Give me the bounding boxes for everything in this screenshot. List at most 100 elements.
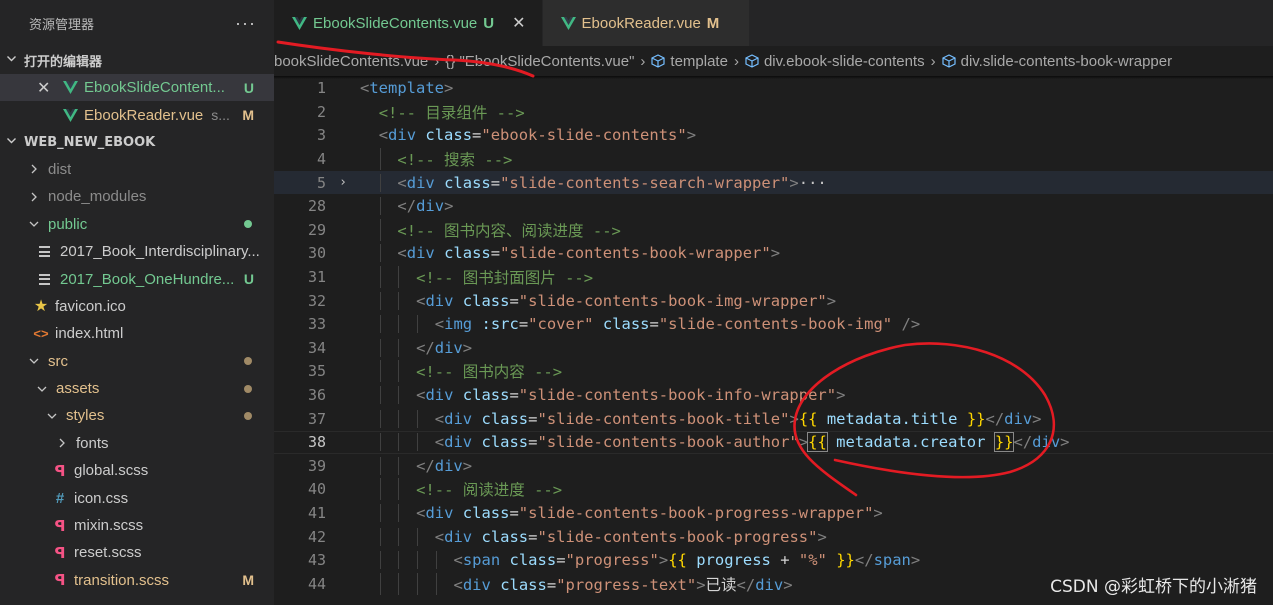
tree-folder[interactable]: src: [0, 348, 274, 375]
project-section[interactable]: WEB_NEW_EBOOK: [0, 129, 274, 156]
tree-folder[interactable]: styles: [0, 402, 274, 429]
indent-guide: [417, 315, 419, 334]
untracked-badge: U: [483, 14, 495, 32]
indent-guide: [379, 148, 381, 171]
code-token: >: [798, 433, 809, 452]
css-hash-icon: #: [55, 489, 65, 507]
breadcrumb-item[interactable]: template: [651, 53, 728, 70]
editor-tab-bar: EbookSlideContents.vue U ✕ EbookReader.v…: [274, 0, 1273, 46]
code-token: >: [686, 126, 697, 145]
modified-dot: [244, 384, 252, 393]
code-text: <img :src="cover" class="slide-contents-…: [360, 315, 920, 334]
code-token: "cover": [528, 315, 594, 334]
tree-folder[interactable]: public: [0, 211, 274, 238]
code-token: metadata.title: [826, 409, 958, 428]
line-number: 5: [316, 173, 326, 192]
tree-file[interactable]: ꟼ reset.scss: [0, 539, 274, 566]
code-token: >: [462, 338, 473, 357]
text-file-icon: [36, 246, 52, 258]
tree-folder[interactable]: fonts: [0, 430, 274, 457]
line-number: 31: [307, 268, 326, 287]
tab-ebook-slide-contents[interactable]: EbookSlideContents.vue U ✕: [274, 0, 543, 46]
code-line[interactable]: 40 <!-- 阅读进度 -->: [274, 478, 1273, 502]
tree-file[interactable]: # icon.css: [0, 484, 274, 511]
code-line[interactable]: 36 <div class="slide-contents-book-info-w…: [274, 383, 1273, 407]
more-actions-icon[interactable]: ···: [235, 13, 256, 34]
code-token: "slide-contents-book-title": [537, 409, 790, 428]
code-line[interactable]: 37 <div class="slide-contents-book-title"…: [274, 407, 1273, 431]
code-line[interactable]: 41 <div class="slide-contents-book-progre…: [274, 501, 1273, 525]
tree-file[interactable]: ꟼ global.scss: [0, 457, 274, 484]
fold-chevron-icon[interactable]: ›: [326, 175, 360, 190]
open-editors-section[interactable]: 打开的编辑器: [0, 46, 274, 74]
breadcrumb-item[interactable]: div.ebook-slide-contents: [745, 53, 925, 70]
code-token: =: [518, 315, 529, 334]
vue-file-icon: [62, 108, 78, 122]
code-token: >: [789, 409, 799, 428]
code-line[interactable]: 3 <div class="ebook-slide-contents">: [274, 124, 1273, 148]
code-editor[interactable]: 1 <template> 2 <!-- 目录组件 --> 3 <div class="eb…: [274, 76, 1273, 605]
tree-label: styles: [66, 407, 105, 425]
code-token: =: [528, 409, 538, 428]
tree-file[interactable]: <> index.html: [0, 320, 274, 347]
code-token: </: [416, 456, 435, 475]
code-line[interactable]: 29 <!-- 图书内容、阅读进度 -->: [274, 218, 1273, 242]
indent-guide: [379, 244, 381, 263]
tree-file[interactable]: ★ favicon.ico: [0, 293, 274, 320]
tree-file[interactable]: ꟼ transition.scss M: [0, 567, 274, 594]
tree-file[interactable]: 2017_Book_Interdisciplinary...: [0, 238, 274, 265]
code-line[interactable]: 32 <div class="slide-contents-book-img-wr…: [274, 289, 1273, 313]
code-token: <: [434, 315, 445, 334]
line-number: 43: [307, 551, 326, 570]
code-token: class: [444, 244, 491, 263]
cube-icon: [942, 53, 956, 68]
code-line[interactable]: 33 <img :src="cover" class="slide-content…: [274, 313, 1273, 337]
tab-ebook-reader[interactable]: EbookReader.vue M: [542, 0, 751, 46]
tree-file[interactable]: ꟼ mixin.scss: [0, 512, 274, 539]
code-token: template: [369, 79, 444, 98]
breadcrumb-item[interactable]: div.slide-contents-book-wrapper: [942, 53, 1172, 70]
indent-guide: [398, 456, 400, 475]
close-icon[interactable]: ✕: [512, 13, 525, 33]
line-number: 40: [307, 480, 326, 499]
indent-guide: [379, 197, 381, 216]
code-line[interactable]: 2 <!-- 目录组件 -->: [274, 100, 1273, 124]
code-line[interactable]: 34 </div>: [274, 336, 1273, 360]
code-line[interactable]: 43 <span class="progress">{{ progress + "…: [274, 549, 1273, 573]
code-line[interactable]: 42 <div class="slide-contents-book-progre…: [274, 525, 1273, 549]
code-token: =: [509, 291, 519, 310]
line-number: 34: [307, 338, 326, 357]
indent-guide: [379, 266, 381, 289]
code-line[interactable]: 30 <div class="slide-contents-book-wrappe…: [274, 242, 1273, 266]
breadcrumb-separator: ›: [930, 52, 936, 70]
vue-file-icon: [292, 16, 307, 30]
code-line[interactable]: 4 <!-- 搜索 -->: [274, 147, 1273, 171]
code-line[interactable]: 39 </div>: [274, 454, 1273, 478]
code-token: class: [462, 504, 510, 523]
code-line[interactable]: 28 </div>: [274, 195, 1273, 219]
code-line[interactable]: 35 <!-- 图书内容 -->: [274, 360, 1273, 384]
tree-folder[interactable]: assets: [0, 375, 274, 402]
tree-folder[interactable]: dist: [0, 156, 274, 183]
code-token: >: [836, 386, 846, 405]
code-line[interactable]: 5 › <div class="slide-contents-search-wrap…: [274, 170, 1273, 195]
code-token: }}: [966, 409, 986, 428]
close-icon[interactable]: ✕: [37, 78, 50, 98]
open-editor-item[interactable]: EbookReader.vue s... M: [0, 101, 274, 128]
code-line[interactable]: 38 <div class="slide-contents-book-author…: [274, 430, 1273, 455]
breadcrumb-file[interactable]: bookSlideContents.vue: [274, 53, 428, 70]
code-token: <: [360, 79, 370, 98]
tree-label: favicon.ico: [55, 297, 126, 315]
breadcrumb-object[interactable]: {} "EbookSlideContents.vue": [445, 53, 634, 70]
tree-folder[interactable]: node_modules: [0, 183, 274, 210]
open-editor-item[interactable]: ✕ EbookSlideContent... U: [0, 74, 274, 102]
code-line[interactable]: 1 <template>: [274, 77, 1273, 101]
code-line[interactable]: 31 <!-- 图书封面图片 -->: [274, 265, 1273, 289]
tree-file[interactable]: 2017_Book_OneHundre... U: [0, 265, 274, 292]
code-token: class: [481, 409, 529, 428]
